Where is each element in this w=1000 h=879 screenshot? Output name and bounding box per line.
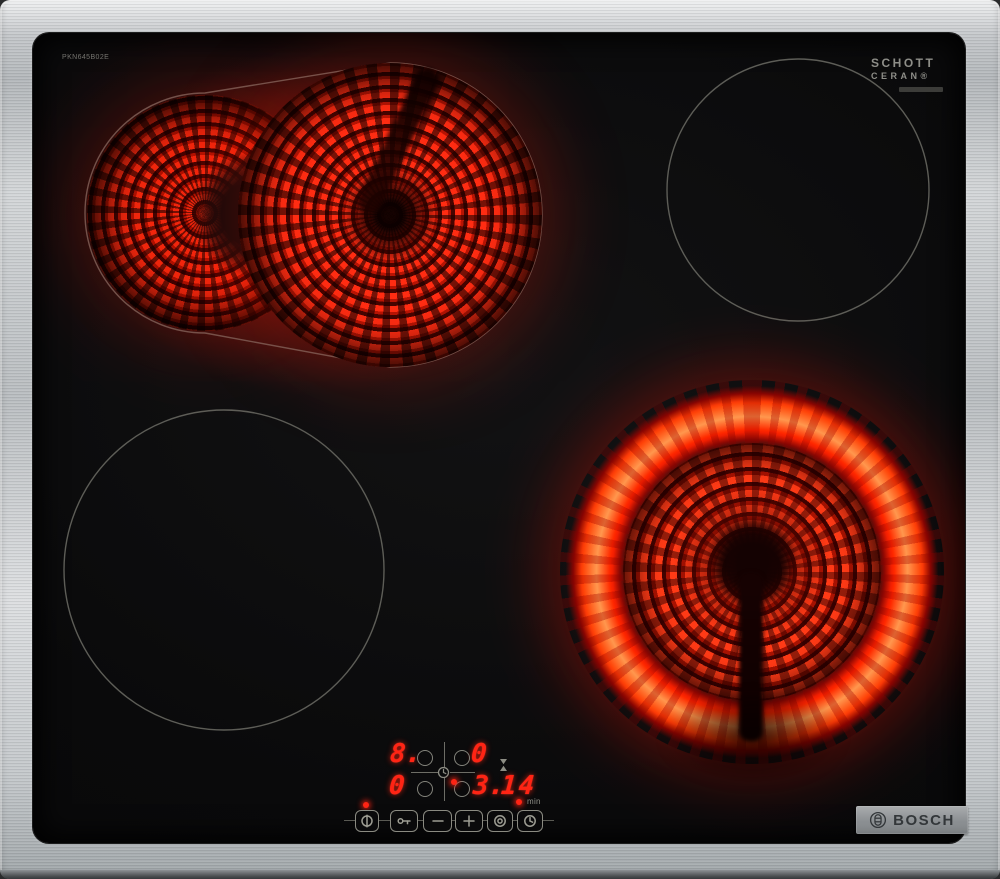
timer-button[interactable] — [517, 810, 543, 832]
egg-timer-icon — [500, 759, 507, 771]
timer-unit-label: min — [527, 797, 541, 806]
panel-divider-top — [443, 742, 445, 767]
glass-brand-logo: SCHOTT CERAN® — [871, 56, 965, 92]
minus-icon — [431, 820, 444, 822]
front-left-zone-outline — [63, 409, 385, 731]
dual-circle-icon — [494, 815, 506, 827]
zone-selected-led — [451, 779, 457, 785]
dual-zone-button[interactable] — [487, 810, 513, 832]
key-icon — [396, 817, 411, 825]
timer-display: 14 — [499, 771, 538, 801]
element-connector-shadow — [661, 689, 845, 787]
zone-select-front-left[interactable] — [417, 781, 433, 797]
ceramic-glass-surface: PKN645B02E SCHOTT CERAN® 8. 0 0 3. 14 mi… — [33, 33, 965, 843]
power-button[interactable] — [355, 810, 379, 832]
model-number: PKN645B02E — [62, 54, 110, 61]
schott-wordmark: SCHOTT — [871, 56, 936, 70]
zone-select-rear-left[interactable] — [417, 750, 433, 766]
timer-active-led — [516, 799, 522, 805]
front-left-level-display: 0 — [387, 771, 406, 801]
key-lock-button[interactable] — [390, 810, 418, 832]
clock-icon — [524, 815, 536, 827]
panel-divider-right — [450, 772, 475, 774]
panel-divider-left — [411, 772, 438, 774]
minus-button[interactable] — [423, 810, 452, 832]
zone-select-rear-right[interactable] — [454, 750, 470, 766]
bosch-badge: BOSCH — [856, 806, 968, 834]
rear-right-zone-outline — [666, 58, 930, 322]
bosch-anchor-icon — [870, 811, 887, 829]
power-on-led — [363, 802, 369, 808]
plus-button[interactable] — [455, 810, 483, 832]
frame-bottom-edge — [0, 870, 1000, 879]
cooktop-photo: PKN645B02E SCHOTT CERAN® 8. 0 0 3. 14 mi… — [0, 0, 1000, 879]
ceran-wordmark: CERAN® — [871, 71, 931, 81]
timer-center-clock-icon — [437, 766, 450, 779]
plus-icon — [463, 815, 475, 827]
glass-brand-subtext — [899, 87, 943, 92]
touch-control-panel: 8. 0 0 3. 14 min — [340, 733, 560, 843]
rear-right-level-display: 0 — [469, 739, 488, 769]
power-icon — [361, 814, 373, 828]
rear-left-inner-element-hot — [238, 63, 542, 367]
panel-divider-bottom — [443, 778, 445, 801]
bosch-wordmark: BOSCH — [893, 811, 955, 829]
